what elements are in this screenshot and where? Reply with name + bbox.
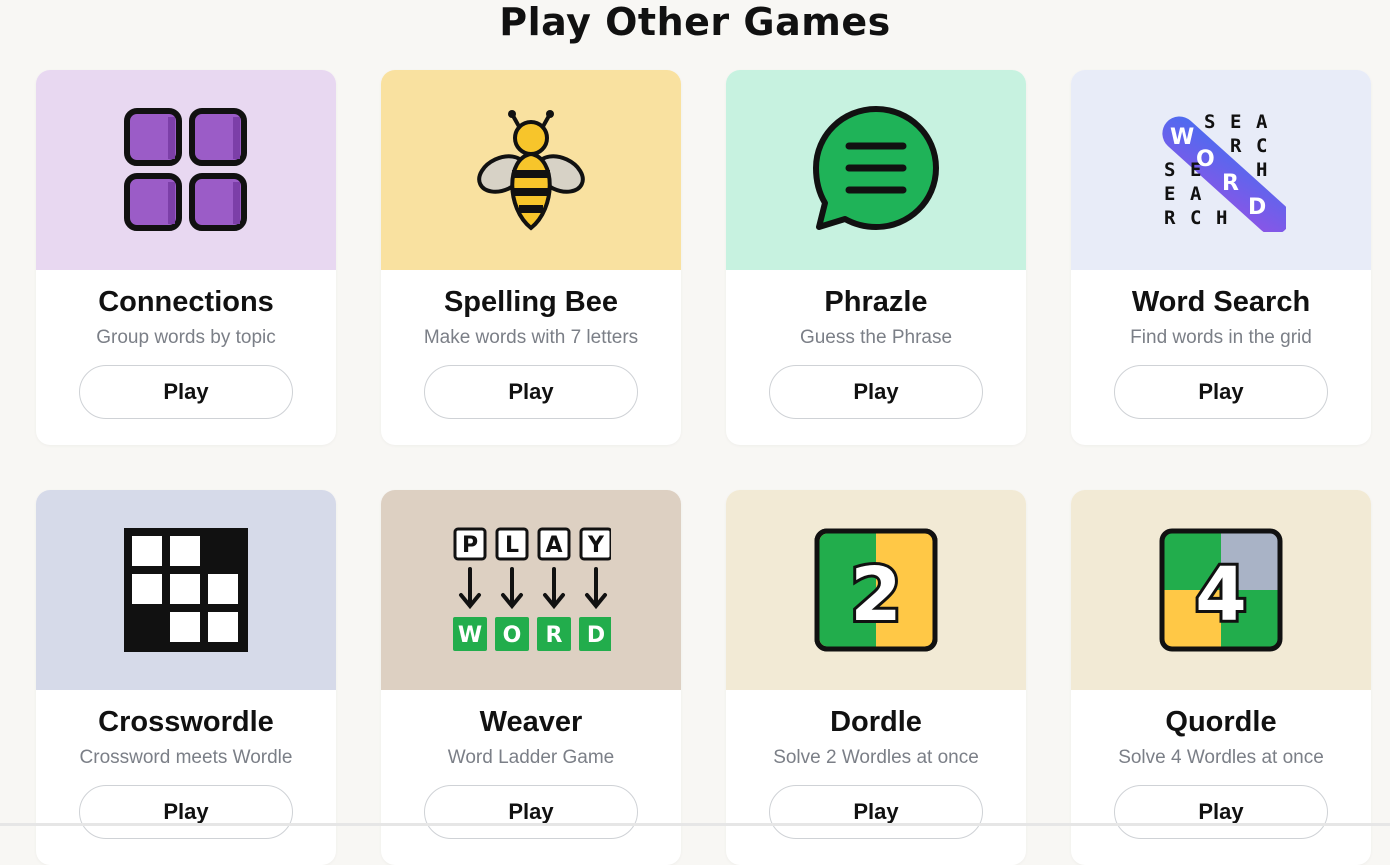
game-description: Find words in the grid	[1130, 327, 1312, 348]
svg-text:S: S	[1164, 159, 1175, 181]
game-title: Dordle	[830, 706, 922, 738]
game-title: Phrazle	[824, 286, 928, 318]
game-art	[381, 70, 681, 270]
svg-text:4: 4	[1195, 552, 1247, 638]
word-search-icon: SEA RC SH EA RCH E W O R D	[1162, 111, 1286, 232]
svg-text:A: A	[1190, 183, 1202, 205]
game-title: Word Search	[1131, 286, 1311, 318]
svg-text:C: C	[1256, 135, 1267, 157]
game-art	[36, 70, 336, 270]
svg-text:2: 2	[850, 552, 902, 638]
svg-text:L: L	[505, 533, 519, 558]
quordle-4-icon: 4	[1159, 528, 1283, 652]
game-card-word-search[interactable]: SEA RC SH EA RCH E W O R D Word Search F…	[1071, 70, 1371, 445]
play-button[interactable]: Play	[1114, 785, 1328, 839]
word-ladder-icon: P L A Y W O R D	[453, 527, 611, 651]
dordle-2-icon: 2	[814, 528, 938, 652]
svg-text:P: P	[462, 533, 478, 558]
svg-text:A: A	[1256, 111, 1268, 133]
game-title: Spelling Bee	[443, 286, 619, 318]
svg-text:D: D	[587, 623, 605, 648]
svg-text:R: R	[1230, 135, 1242, 157]
svg-text:C: C	[1190, 207, 1201, 229]
svg-text:Y: Y	[587, 533, 605, 558]
svg-text:O: O	[1196, 147, 1215, 172]
game-title: Crosswordle	[98, 706, 274, 738]
game-card-dordle[interactable]: 2 Dordle Solve 2 Wordles at once Play	[726, 490, 1026, 865]
game-card-connections[interactable]: Connections Group words by topic Play	[36, 70, 336, 445]
game-description: Word Ladder Game	[447, 747, 615, 768]
game-title: Quordle	[1165, 706, 1277, 738]
game-description: Crossword meets Wordle	[79, 747, 293, 768]
svg-text:E: E	[1230, 111, 1241, 133]
game-title: Connections	[98, 286, 274, 318]
play-button[interactable]: Play	[1114, 365, 1328, 419]
svg-text:A: A	[545, 533, 562, 558]
play-button[interactable]: Play	[424, 785, 638, 839]
svg-text:W: W	[458, 623, 482, 648]
game-card-quordle[interactable]: 4 Quordle Solve 4 Wordles at once Play	[1071, 490, 1371, 865]
play-button[interactable]: Play	[424, 365, 638, 419]
speech-bubble-icon	[813, 106, 939, 230]
play-button[interactable]: Play	[79, 365, 293, 419]
game-description: Group words by topic	[96, 327, 276, 348]
game-description: Make words with 7 letters	[423, 327, 639, 348]
play-button[interactable]: Play	[769, 785, 983, 839]
connections-grid-icon	[124, 108, 247, 231]
game-art: P L A Y W O R D	[381, 490, 681, 690]
svg-text:O: O	[503, 623, 522, 648]
svg-text:D: D	[1248, 195, 1266, 220]
game-art	[726, 70, 1026, 270]
game-title: Weaver	[479, 706, 583, 738]
game-art	[36, 490, 336, 690]
bee-icon	[477, 110, 585, 231]
svg-text:R: R	[1164, 207, 1176, 229]
play-button[interactable]: Play	[769, 365, 983, 419]
word-letter: W	[1170, 125, 1194, 150]
game-art: SEA RC SH EA RCH E W O R D	[1071, 70, 1371, 270]
game-card-weaver[interactable]: P L A Y W O R D Weaver Word Ladder Game …	[381, 490, 681, 865]
page-title: Play Other Games	[499, 0, 891, 44]
svg-text:R: R	[546, 623, 563, 648]
svg-text:R: R	[1222, 171, 1239, 196]
game-art: 2	[726, 490, 1026, 690]
play-button[interactable]: Play	[79, 785, 293, 839]
crossword-grid-icon	[124, 528, 248, 652]
game-card-crosswordle[interactable]: Crosswordle Crossword meets Wordle Play	[36, 490, 336, 865]
game-art: 4	[1071, 490, 1371, 690]
svg-text:S: S	[1204, 111, 1215, 133]
game-card-spelling-bee[interactable]: Spelling Bee Make words with 7 letters P…	[381, 70, 681, 445]
svg-text:E: E	[1164, 183, 1175, 205]
svg-text:H: H	[1256, 159, 1267, 181]
svg-text:H: H	[1216, 207, 1227, 229]
game-card-phrazle[interactable]: Phrazle Guess the Phrase Play	[726, 70, 1026, 445]
game-description: Solve 2 Wordles at once	[773, 747, 979, 768]
game-description: Guess the Phrase	[799, 327, 953, 348]
game-description: Solve 4 Wordles at once	[1118, 747, 1324, 768]
